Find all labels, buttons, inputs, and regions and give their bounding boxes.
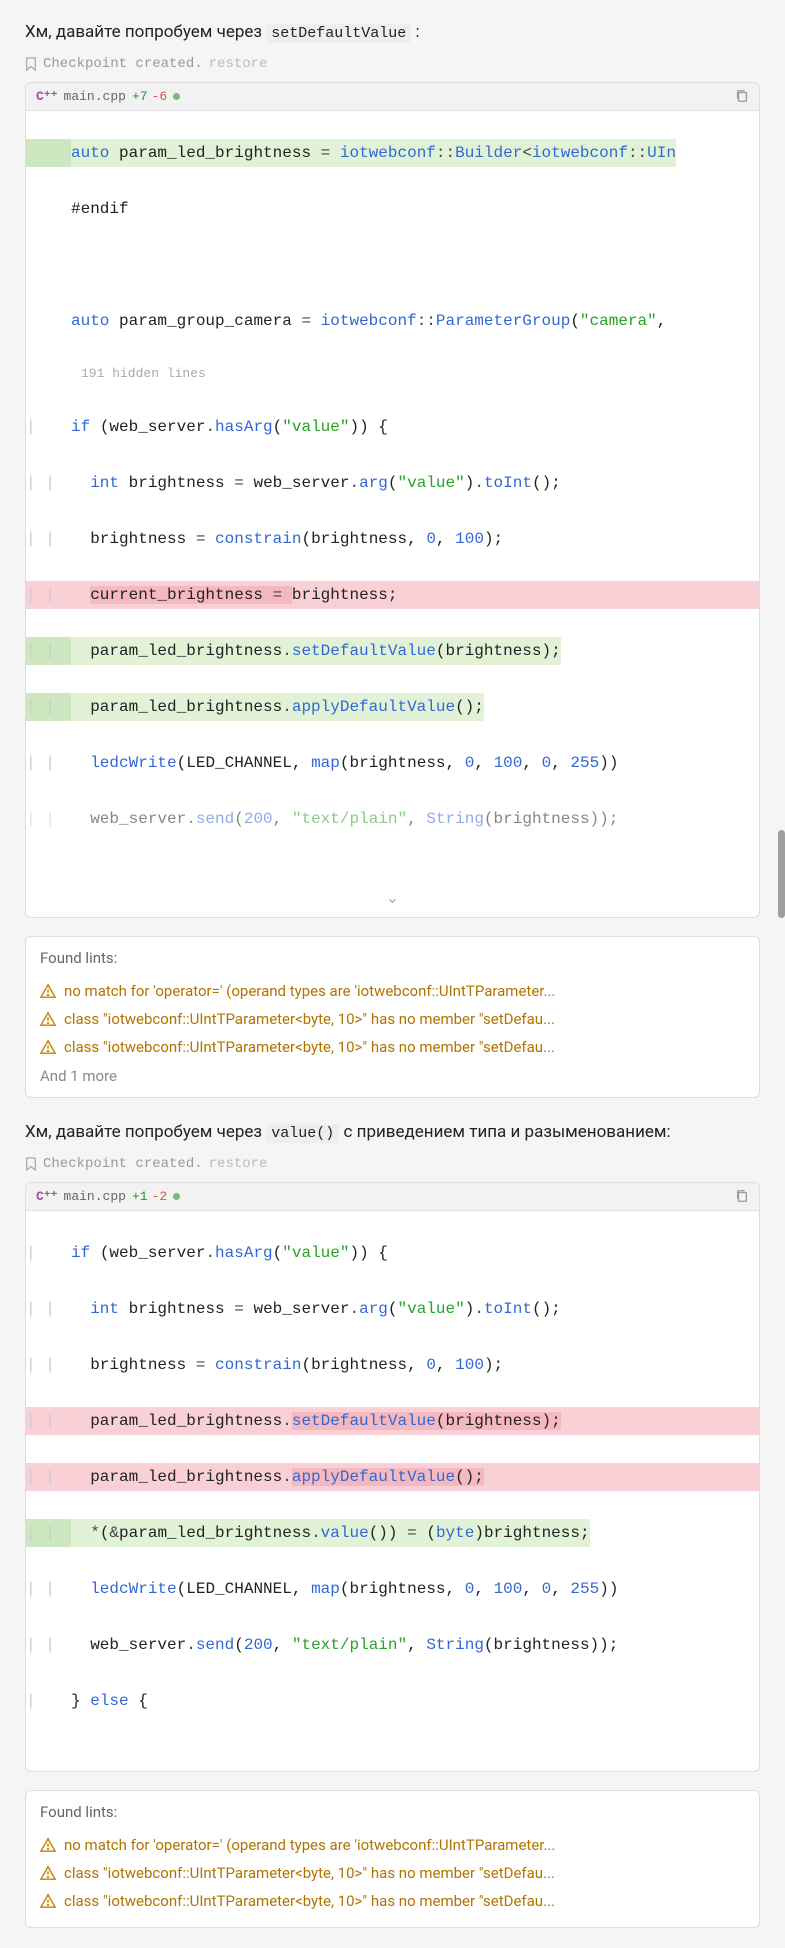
warning-icon [40,1039,56,1055]
lints-more[interactable]: And 1 more [40,1067,745,1085]
copy-icon[interactable] [735,89,749,103]
code-body: auto param_led_brightness = iotwebconf::… [26,111,759,918]
checkpoint-row: Checkpoint created. restore [25,1156,760,1172]
status-dot [173,1193,180,1200]
assistant-message: Хм, давайте попробуем через setDefaultVa… [25,20,760,46]
assistant-message: Хм, давайте попробуем через value() с пр… [25,1120,760,1146]
diff-added-count: +7 [132,89,148,104]
inline-code: setDefaultValue [266,24,411,43]
diff-removed-count: -6 [152,89,168,104]
lint-item[interactable]: class "iotwebconf::UIntTParameter<byte, … [40,1005,745,1033]
status-dot [173,93,180,100]
code-diff-block: C⁺⁺ main.cpp +7 -6 auto param_led_bright… [25,82,760,919]
code-header: C⁺⁺ main.cpp +7 -6 [26,83,759,111]
restore-link[interactable]: restore [209,56,268,72]
lint-item[interactable]: class "iotwebconf::UIntTParameter<byte, … [40,1033,745,1061]
expand-chevron-icon[interactable]: ⌄ [386,885,399,913]
code-body: | if (web_server.hasArg("value")) { | | … [26,1211,759,1771]
lint-item[interactable]: no match for 'operator=' (operand types … [40,977,745,1005]
lints-block: Found lints: no match for 'operator=' (o… [25,936,760,1098]
code-header: C⁺⁺ main.cpp +1 -2 [26,1183,759,1211]
bookmark-icon [25,1157,37,1171]
diff-added-count: +1 [132,1189,148,1204]
lang-badge: C⁺⁺ [36,89,58,104]
copy-icon[interactable] [735,1189,749,1203]
warning-icon [40,1865,56,1881]
code-diff-block: C⁺⁺ main.cpp +1 -2 | if (web_server.hasA… [25,1182,760,1772]
lints-block: Found lints: no match for 'operator=' (o… [25,1790,760,1928]
bookmark-icon [25,57,37,71]
inline-code: value() [266,1124,339,1143]
checkpoint-label: Checkpoint created. [43,56,203,72]
lint-item[interactable]: no match for 'operator=' (operand types … [40,1831,745,1859]
filename-label: main.cpp [64,89,126,104]
warning-icon [40,1893,56,1909]
hidden-lines-label[interactable]: 191 hidden lines [26,363,759,386]
lints-title: Found lints: [40,1803,745,1821]
lang-badge: C⁺⁺ [36,1189,58,1204]
warning-icon [40,1011,56,1027]
checkpoint-label: Checkpoint created. [43,1156,203,1172]
diff-removed-count: -2 [152,1189,168,1204]
filename-label: main.cpp [64,1189,126,1204]
lint-item[interactable]: class "iotwebconf::UIntTParameter<byte, … [40,1887,745,1915]
lint-item[interactable]: class "iotwebconf::UIntTParameter<byte, … [40,1859,745,1887]
scrollbar-thumb[interactable] [778,830,785,918]
warning-icon [40,983,56,999]
checkpoint-row: Checkpoint created. restore [25,56,760,72]
lints-title: Found lints: [40,949,745,967]
restore-link[interactable]: restore [209,1156,268,1172]
warning-icon [40,1837,56,1853]
